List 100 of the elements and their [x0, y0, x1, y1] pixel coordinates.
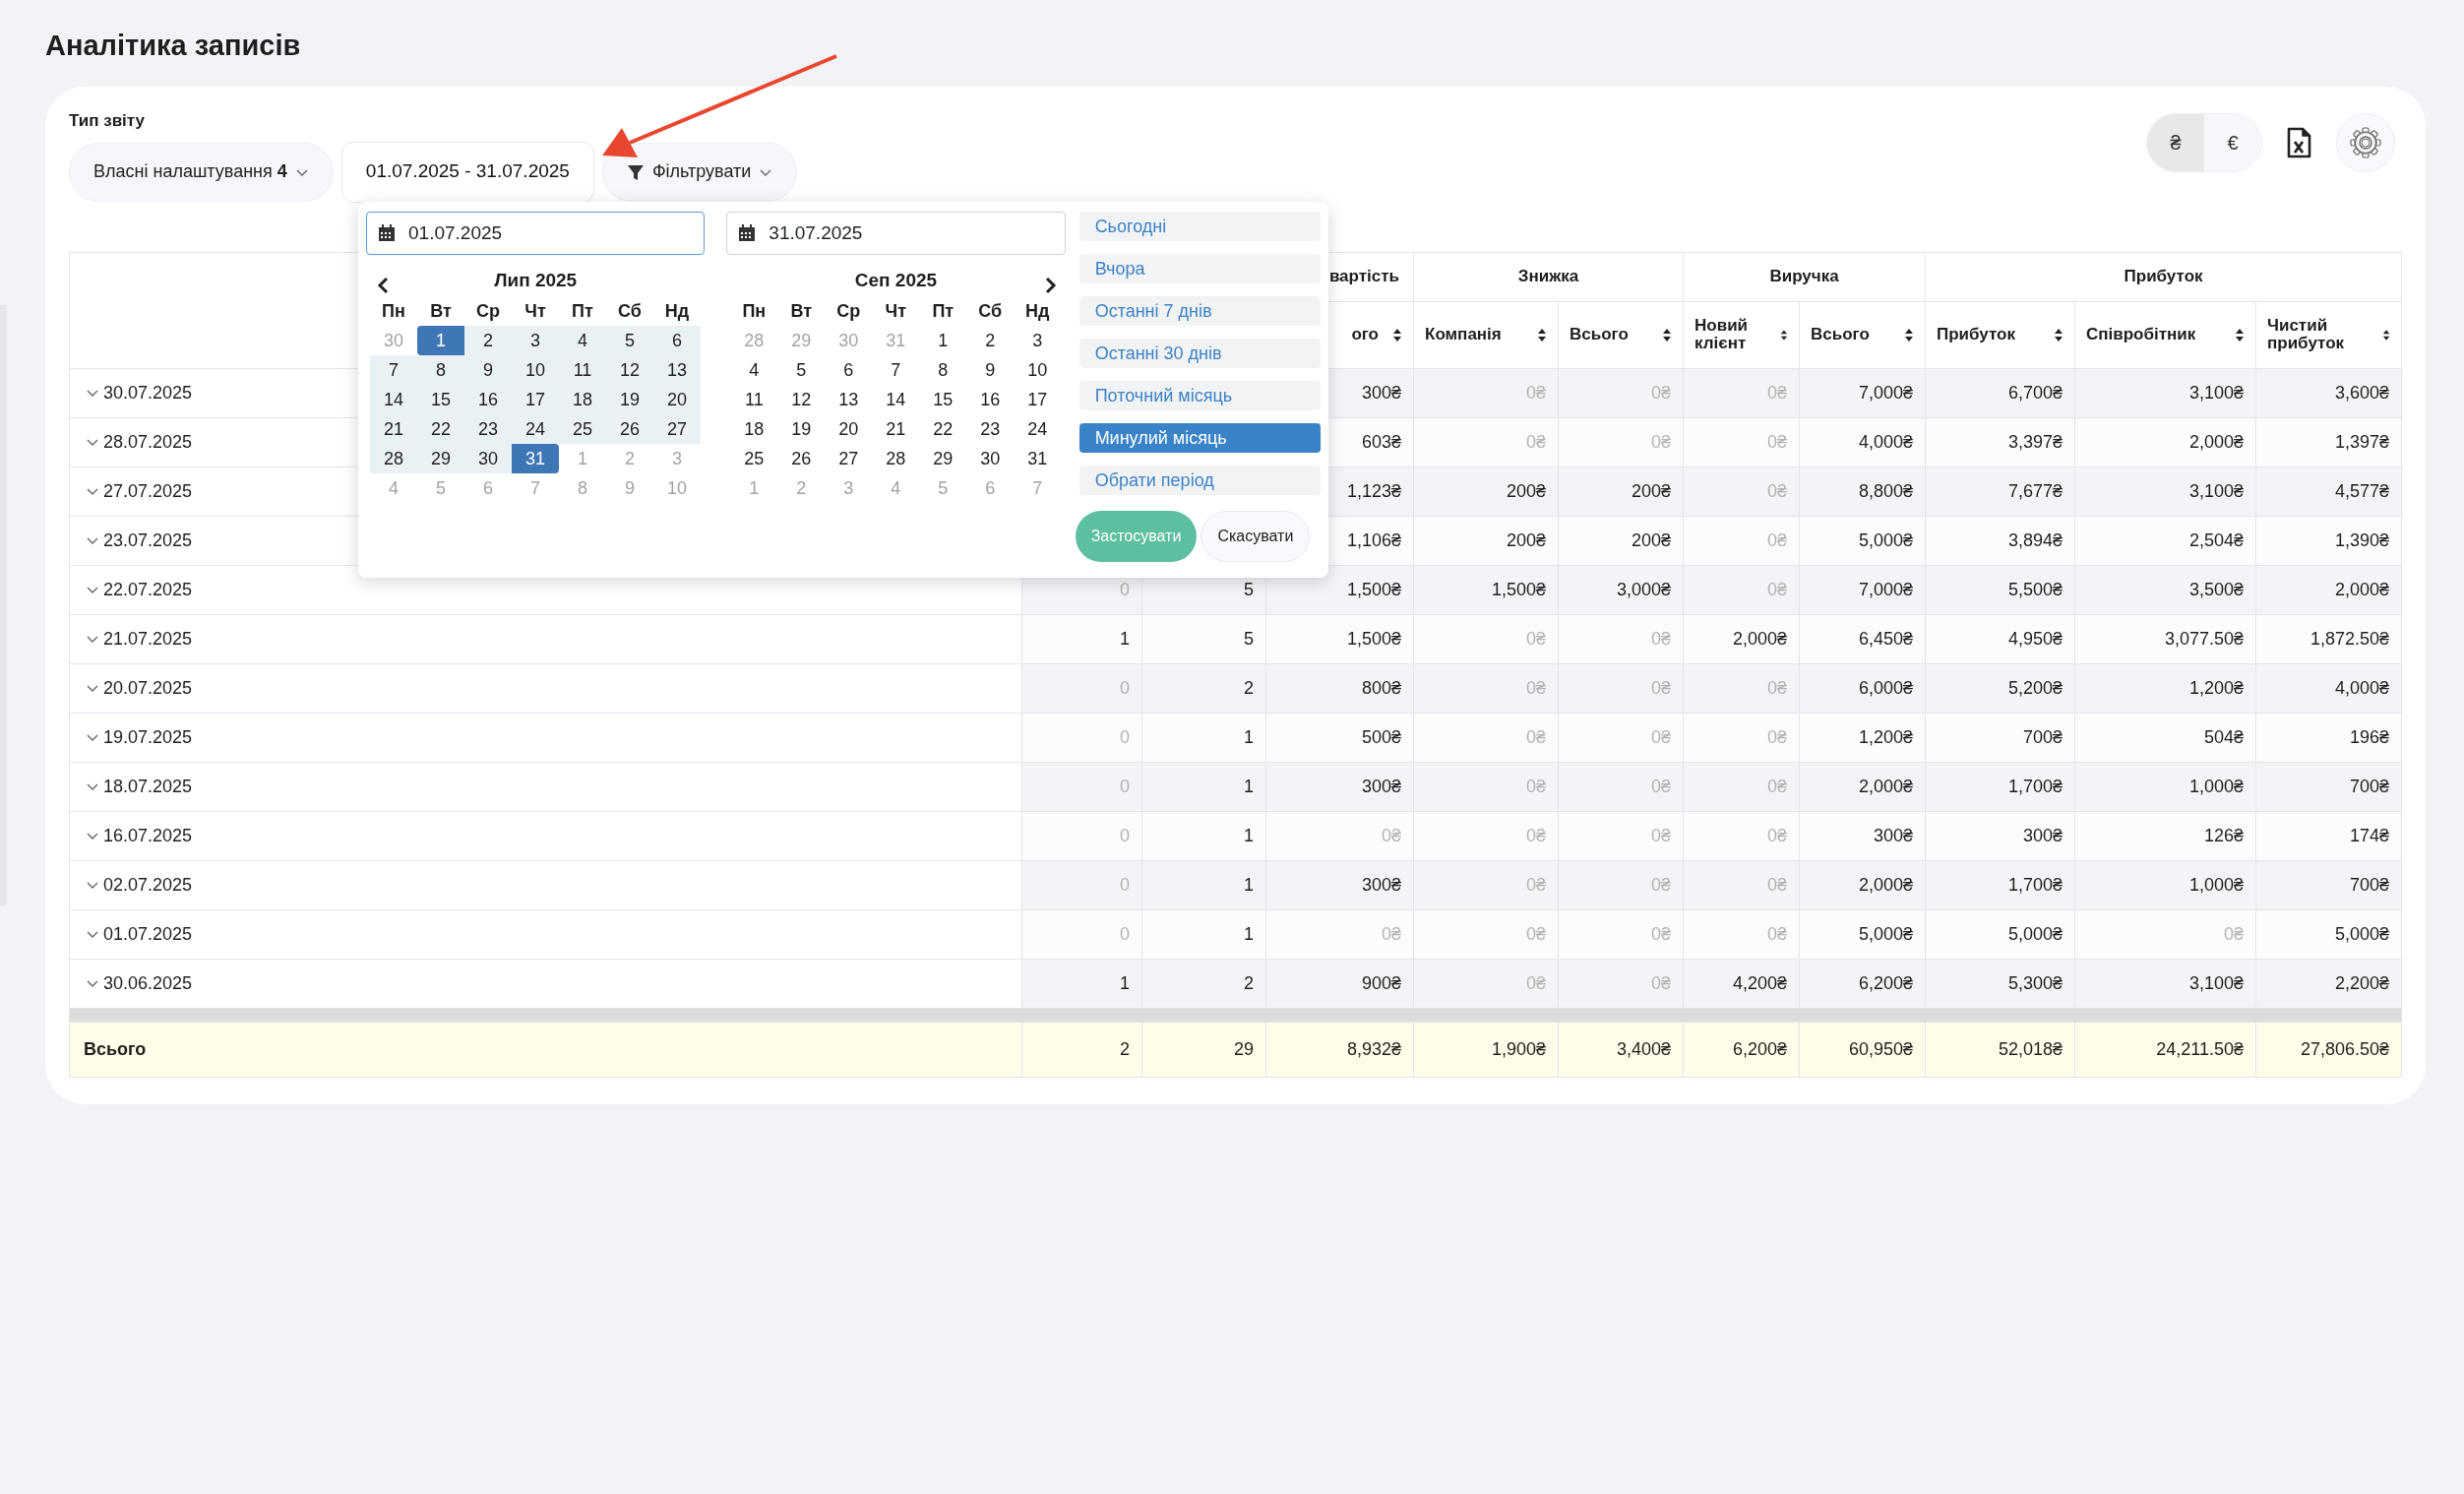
calendar-day[interactable]: 3 — [512, 326, 559, 355]
date-input-field[interactable]: 01.07.2025 — [366, 212, 706, 255]
calendar-day[interactable]: 8 — [919, 355, 967, 385]
calendar-day[interactable]: 5 — [777, 355, 826, 385]
calendar-day[interactable]: 9 — [966, 355, 1015, 385]
filter-dropdown[interactable]: Фільтрувати — [601, 142, 798, 202]
calendar-day[interactable]: 22 — [919, 414, 967, 444]
calendar-day[interactable]: 19 — [777, 414, 826, 444]
calendar-day[interactable]: 18 — [559, 385, 606, 414]
calendar-day[interactable]: 17 — [512, 385, 559, 414]
row-date[interactable]: 19.07.2025 — [103, 723, 193, 751]
calendar-day[interactable]: 29 — [919, 444, 967, 473]
calendar-day[interactable]: 25 — [730, 444, 778, 473]
preset-option[interactable]: Вчора — [1078, 254, 1321, 283]
row-date[interactable]: 01.07.2025 — [103, 920, 193, 948]
calendar-day[interactable]: 16 — [966, 385, 1015, 414]
column-header[interactable]: Компанія — [1425, 326, 1502, 343]
row-date[interactable]: 16.07.2025 — [103, 822, 193, 849]
calendar-day[interactable]: 1 — [919, 326, 967, 355]
calendar-day[interactable]: 12 — [777, 385, 826, 414]
calendar-day[interactable]: 20 — [653, 385, 701, 414]
row-date[interactable]: 22.07.2025 — [103, 576, 193, 603]
calendar-day[interactable]: 29 — [417, 444, 464, 473]
calendar-day[interactable]: 21 — [872, 414, 920, 444]
date-input-field[interactable]: 31.07.2025 — [726, 212, 1066, 255]
calendar-day[interactable]: 25 — [559, 414, 606, 444]
calendar-day[interactable]: 2 — [464, 326, 512, 355]
preset-option[interactable]: Сьогодні — [1078, 212, 1321, 241]
currency-toggle[interactable]: € — [2204, 114, 2261, 171]
calendar-day[interactable]: 30 — [464, 444, 512, 473]
calendar-day[interactable]: 9 — [464, 355, 512, 385]
calendar-day[interactable]: 7 — [370, 355, 417, 385]
table-cell: 7,000₴ — [1799, 565, 1926, 614]
calendar-day[interactable]: 10 — [512, 355, 559, 385]
preset-option[interactable]: Останні 30 днів — [1078, 339, 1321, 368]
row-date[interactable]: 28.07.2025 — [103, 428, 193, 456]
calendar-day[interactable]: 28 — [370, 444, 417, 473]
calendar-day[interactable]: 27 — [825, 444, 873, 473]
calendar-day[interactable]: 22 — [417, 414, 464, 444]
calendar-day[interactable]: 15 — [919, 385, 967, 414]
weekday-label: Нд — [1024, 299, 1051, 323]
row-date[interactable]: 30.07.2025 — [103, 379, 193, 406]
calendar-day[interactable]: 10 — [1014, 355, 1062, 385]
row-date[interactable]: 18.07.2025 — [103, 773, 193, 800]
calendar-day[interactable]: 23 — [966, 414, 1015, 444]
calendar-day[interactable]: 14 — [370, 385, 417, 414]
calendar-day[interactable]: 31 — [512, 444, 559, 473]
calendar-day[interactable]: 11 — [559, 355, 606, 385]
table-cell: 1,500₴ — [1413, 565, 1559, 614]
column-header[interactable]: Прибуток — [1937, 326, 2015, 343]
calendar-day[interactable]: 24 — [512, 414, 559, 444]
calendar-day[interactable]: 11 — [730, 385, 778, 414]
calendar-day[interactable]: 26 — [606, 414, 653, 444]
calendar-day[interactable]: 23 — [464, 414, 512, 444]
calendar-day[interactable]: 17 — [1014, 385, 1062, 414]
calendar-day[interactable]: 27 — [653, 414, 701, 444]
calendar-day[interactable]: 16 — [464, 385, 512, 414]
calendar-day[interactable]: 2 — [966, 326, 1015, 355]
preset-option[interactable]: Минулий місяць — [1078, 423, 1321, 453]
calendar-day[interactable]: 13 — [825, 385, 873, 414]
row-date[interactable]: 23.07.2025 — [103, 527, 193, 554]
calendar-day[interactable]: 12 — [606, 355, 653, 385]
column-header[interactable]: Всього — [1570, 326, 1629, 343]
cancel-button[interactable]: Скасувати — [1201, 511, 1311, 562]
row-date[interactable]: 20.07.2025 — [103, 674, 193, 702]
calendar-day[interactable]: 4 — [559, 326, 606, 355]
column-header[interactable]: ого — [1351, 326, 1379, 343]
date-range-button[interactable]: 01.07.2025 - 31.07.2025 — [340, 141, 594, 203]
currency-toggle[interactable]: ₴ — [2147, 114, 2204, 171]
calendar-day[interactable]: 31 — [1014, 444, 1062, 473]
table-cell: 0₴ — [1683, 368, 1800, 417]
calendar-day[interactable]: 3 — [1014, 326, 1062, 355]
column-header[interactable]: Співробітник — [2086, 326, 2196, 343]
calendar-day[interactable]: 6 — [825, 355, 873, 385]
column-header[interactable]: Всього — [1811, 326, 1870, 343]
calendar-day[interactable]: 24 — [1014, 414, 1062, 444]
calendar-day[interactable]: 6 — [653, 326, 701, 355]
row-date[interactable]: 21.07.2025 — [103, 625, 193, 653]
calendar-day[interactable]: 21 — [370, 414, 417, 444]
calendar-day[interactable]: 13 — [653, 355, 701, 385]
calendar-day[interactable]: 14 — [872, 385, 920, 414]
row-date[interactable]: 02.07.2025 — [103, 871, 193, 899]
calendar-day[interactable]: 5 — [606, 326, 653, 355]
row-date[interactable]: 27.07.2025 — [103, 477, 193, 505]
preset-option[interactable]: Останні 7 днів — [1078, 296, 1321, 326]
report-type-dropdown[interactable]: Власні налаштування 4 — [69, 142, 334, 202]
calendar-day[interactable]: 1 — [417, 326, 464, 355]
calendar-day[interactable]: 20 — [825, 414, 873, 444]
calendar-day[interactable]: 19 — [606, 385, 653, 414]
calendar-day[interactable]: 18 — [730, 414, 778, 444]
calendar-day[interactable]: 15 — [417, 385, 464, 414]
calendar-day[interactable]: 7 — [872, 355, 920, 385]
calendar-day[interactable]: 8 — [417, 355, 464, 385]
calendar-day[interactable]: 30 — [966, 444, 1015, 473]
preset-option[interactable]: Поточний місяць — [1078, 381, 1321, 410]
calendar-day[interactable]: 28 — [872, 444, 920, 473]
preset-option[interactable]: Обрати період — [1078, 466, 1321, 495]
row-date[interactable]: 30.06.2025 — [103, 969, 193, 997]
calendar-day[interactable]: 26 — [777, 444, 826, 473]
calendar-day[interactable]: 4 — [730, 355, 778, 385]
